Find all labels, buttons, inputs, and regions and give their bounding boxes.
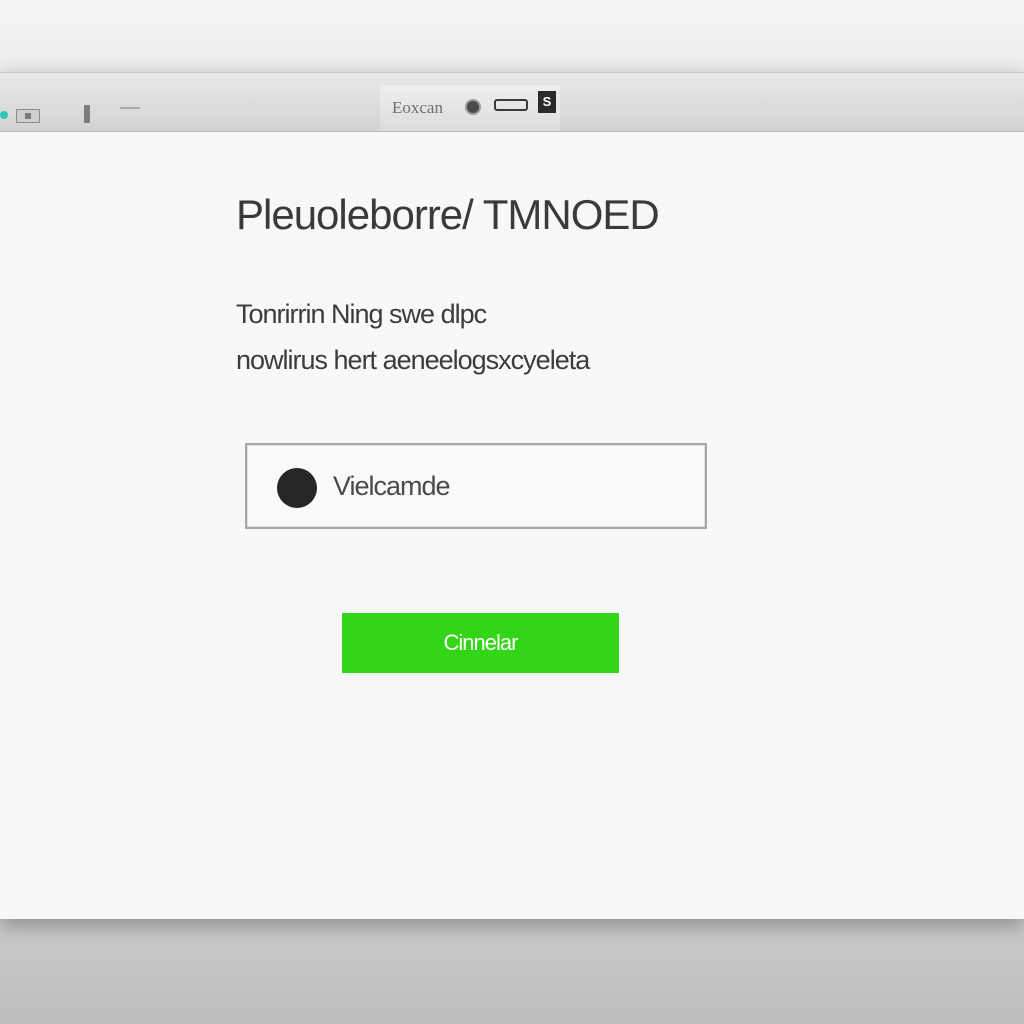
description-line: nowlirus hert aeneelogsxcyeleta	[236, 345, 590, 375]
radio-option-label: Vielcamde	[333, 471, 451, 501]
description: Tonrirrin Ning swe dlpc nowlirus hert ae…	[236, 291, 590, 383]
toolbar-search-area[interactable]: Eoxcan S	[380, 85, 560, 131]
badge-icon[interactable]: S	[538, 91, 556, 113]
app-window: Eoxcan S Pleuoleborre/ TMNOED Tonrirrin …	[0, 72, 1024, 919]
toolbar-search-label: Eoxcan	[392, 98, 443, 117]
toolbar-handle-icon[interactable]	[84, 105, 90, 123]
page-title: Pleuoleborre/ TMNOED	[236, 191, 660, 238]
dialog-content: Pleuoleborre/ TMNOED Tonrirrin Ning swe …	[0, 131, 1024, 919]
toggle-icon[interactable]	[494, 99, 528, 111]
primary-button[interactable]: Cinnelar	[342, 613, 619, 673]
toolbar: Eoxcan S	[0, 73, 1024, 132]
radio-option[interactable]: Vielcamde	[245, 443, 707, 529]
toolbar-divider	[120, 107, 140, 109]
status-dot-icon	[0, 111, 8, 119]
description-line: Tonrirrin Ning swe dlpc	[236, 299, 487, 329]
record-icon[interactable]	[465, 99, 481, 115]
sidebar-toggle-icon[interactable]	[16, 109, 40, 123]
radio-selected-icon[interactable]	[277, 468, 317, 508]
